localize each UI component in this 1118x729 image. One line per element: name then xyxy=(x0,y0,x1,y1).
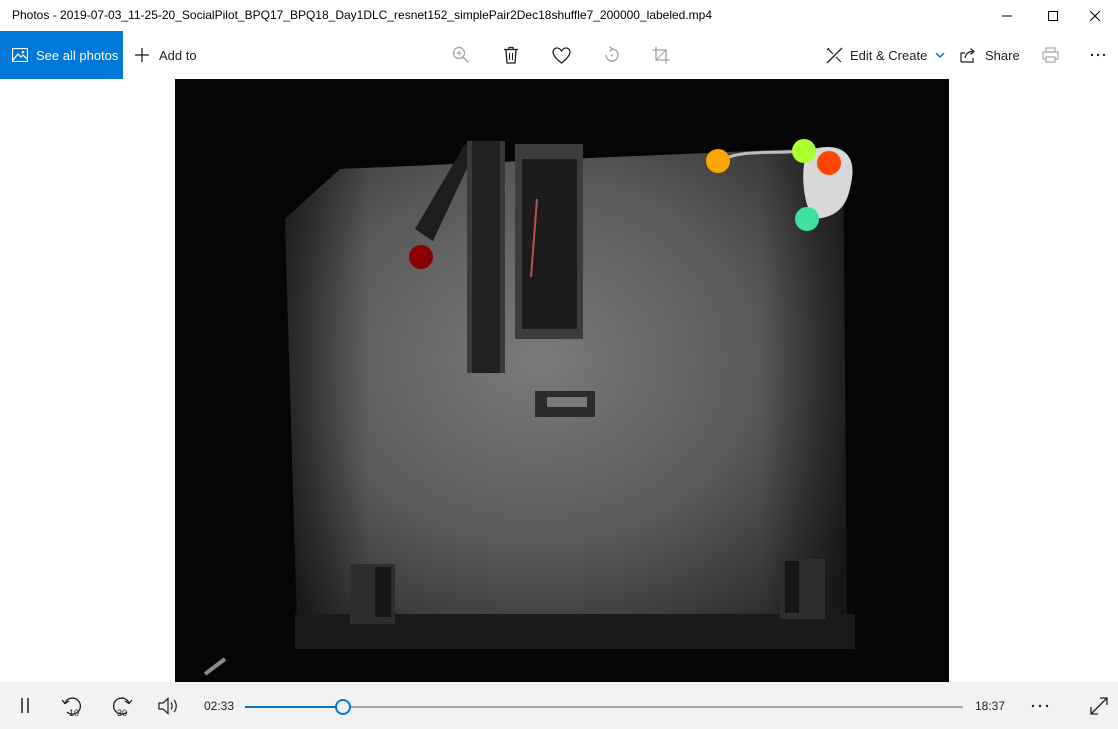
rotate-icon xyxy=(605,46,619,62)
close-icon xyxy=(1090,10,1100,21)
trash-icon xyxy=(504,46,518,64)
chevron-down-icon xyxy=(935,52,945,58)
add-to-button[interactable]: Add to xyxy=(134,31,197,79)
pause-button[interactable] xyxy=(12,682,38,729)
duration: 18:37 xyxy=(975,699,1006,713)
see-all-photos-label: See all photos xyxy=(36,47,119,63)
forward-icon: 30 xyxy=(112,696,133,718)
print-icon xyxy=(1042,47,1059,63)
seek-thumb[interactable] xyxy=(335,699,352,715)
zoom-in-icon xyxy=(452,46,469,63)
crop-icon xyxy=(652,46,670,64)
seek-progress xyxy=(245,706,344,708)
edit-create-label: Edit & Create xyxy=(850,47,928,63)
fullscreen-icon xyxy=(1090,696,1108,715)
window-title: Photos - 2019-07-03_11-25-20_SocialPilot… xyxy=(12,8,713,22)
rewind-seconds: 10 xyxy=(69,708,79,718)
maximize-button[interactable] xyxy=(1030,0,1076,31)
crop-button[interactable] xyxy=(652,31,670,79)
playback-controls: 10 30 02:33 18:37 xyxy=(0,682,1118,729)
zoom-button[interactable] xyxy=(452,31,470,79)
edit-create-icon xyxy=(826,47,843,63)
fullscreen-button[interactable] xyxy=(1086,682,1112,729)
keypoint-marker xyxy=(795,207,819,231)
keypoint-marker xyxy=(792,139,816,163)
forward-button[interactable]: 30 xyxy=(106,682,136,729)
delete-button[interactable] xyxy=(503,31,519,79)
more-options-button[interactable] xyxy=(1090,31,1106,79)
more-icon xyxy=(1031,704,1049,707)
edit-create-button[interactable]: Edit & Create xyxy=(826,31,945,79)
keypoint-marker xyxy=(409,245,433,269)
video-frame[interactable] xyxy=(175,79,949,682)
see-all-photos-button[interactable]: See all photos xyxy=(0,31,123,79)
minimize-icon xyxy=(1002,15,1012,16)
seek-bar[interactable] xyxy=(245,699,963,715)
toolbar: See all photos Add to Edit & Create Shar… xyxy=(0,31,1118,79)
share-icon xyxy=(960,48,975,63)
share-button[interactable]: Share xyxy=(960,31,1020,79)
keypoint-marker xyxy=(817,151,841,175)
volume-icon xyxy=(158,696,177,715)
photo-icon xyxy=(12,48,28,62)
close-button[interactable] xyxy=(1072,0,1118,31)
share-label: Share xyxy=(985,47,1020,63)
keypoint-marker xyxy=(706,149,730,173)
maximize-icon xyxy=(1048,10,1058,21)
video-still xyxy=(175,79,949,682)
rewind-button[interactable]: 10 xyxy=(58,682,88,729)
more-playback-options-button[interactable] xyxy=(1026,682,1054,729)
rotate-button[interactable] xyxy=(603,31,621,79)
heart-icon xyxy=(552,46,571,64)
title-bar: Photos - 2019-07-03_11-25-20_SocialPilot… xyxy=(0,0,1118,31)
pause-icon xyxy=(21,698,29,713)
forward-seconds: 30 xyxy=(117,708,127,718)
more-icon xyxy=(1090,53,1106,57)
volume-button[interactable] xyxy=(154,682,184,729)
current-time: 02:33 xyxy=(204,699,235,713)
minimize-button[interactable] xyxy=(984,0,1030,31)
favorite-button[interactable] xyxy=(552,31,571,79)
print-button[interactable] xyxy=(1042,31,1059,79)
plus-icon xyxy=(135,48,149,62)
add-to-label: Add to xyxy=(159,47,197,63)
rewind-icon: 10 xyxy=(61,696,82,718)
